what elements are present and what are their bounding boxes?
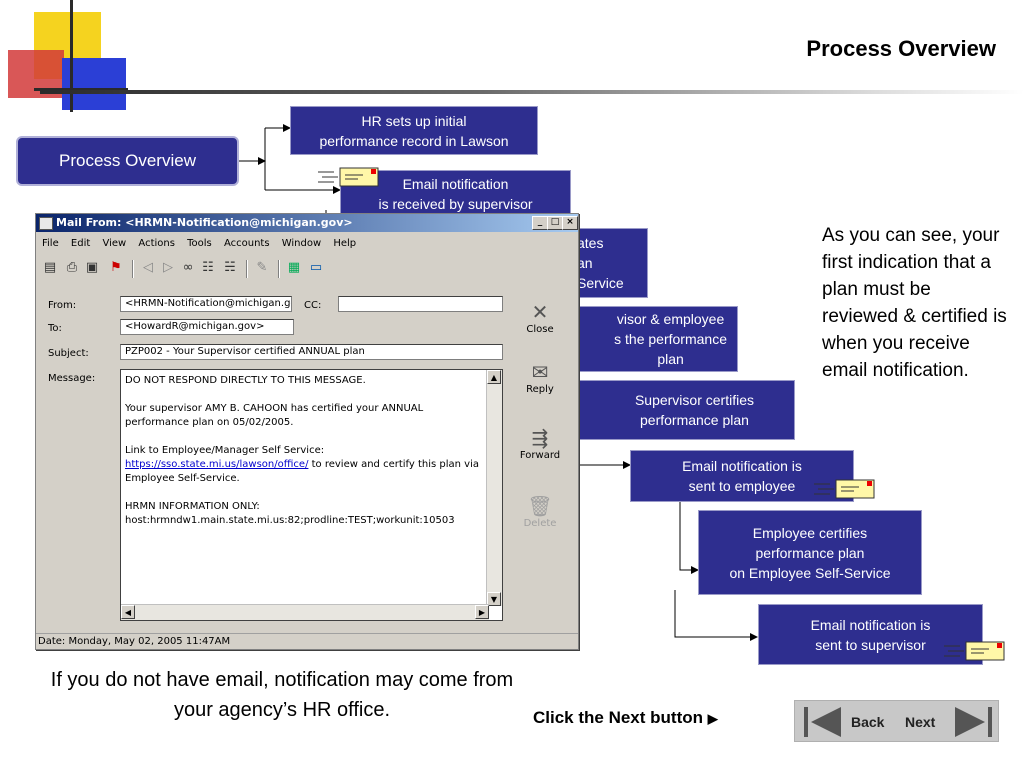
message-link-intro: Link to Employee/Manager Self Service:	[125, 445, 325, 456]
flow-step-partial-1: ates an Service	[570, 228, 648, 298]
address-book-icon[interactable]: ☷	[200, 260, 216, 276]
print-icon[interactable]: ⎙	[64, 260, 80, 276]
reply-icon: ✉	[531, 360, 549, 384]
flow-step-supervisor-certifies: Supervisor certifies performance plan	[570, 380, 795, 440]
from-field[interactable]: <HRMN-Notification@michigan.gov>	[120, 296, 292, 312]
next-icon[interactable]: ▷	[160, 260, 176, 276]
menu-help[interactable]: Help	[333, 238, 356, 249]
previous-icon[interactable]: ◁	[140, 260, 156, 276]
process-overview-box: Process Overview	[16, 136, 239, 186]
toolbar-separator	[246, 260, 248, 278]
close-action[interactable]: ✕ Close	[514, 300, 566, 335]
menu-file[interactable]: File	[42, 238, 59, 249]
back-label[interactable]: Back	[851, 714, 884, 730]
find-icon[interactable]: ∞	[180, 260, 196, 276]
menu-view[interactable]: View	[102, 238, 126, 249]
forward-action-label: Forward	[519, 450, 561, 461]
subject-label: Subject:	[48, 348, 89, 359]
menu-actions[interactable]: Actions	[138, 238, 175, 249]
next-label[interactable]: Next	[905, 714, 935, 730]
toolbar-separator	[132, 260, 134, 278]
next-hint-label: Click the Next button	[533, 708, 704, 727]
reply-action[interactable]: ✉ Reply	[514, 360, 566, 395]
reply-action-label: Reply	[526, 384, 554, 395]
menu-edit[interactable]: Edit	[71, 238, 90, 249]
scroll-left-button[interactable]: ◀	[121, 605, 135, 619]
mail-toolbar: ▤ ⎙ ▣ ⚑ ◁ ▷ ∞ ☷ ☵ ✎ ▦ ▭	[40, 258, 574, 280]
envelope-icon	[814, 479, 875, 499]
close-icon: ✕	[531, 300, 549, 324]
no-email-note: If you do not have email, notification m…	[50, 669, 514, 721]
close-action-label: Close	[526, 324, 554, 335]
to-field[interactable]: <HowardR@michigan.gov>	[120, 319, 294, 335]
forward-action[interactable]: ⇶ Forward	[514, 426, 566, 461]
message-paragraph: Your supervisor AMY B. CAHOON has certif…	[125, 403, 427, 428]
delete-action[interactable]: 🗑 Delete	[514, 494, 566, 529]
play-arrow-icon: ▶	[707, 711, 718, 726]
menu-tools[interactable]: Tools	[187, 238, 212, 249]
flow-step-employee-certifies: Employee certifies performance plan on E…	[698, 510, 922, 595]
mail-status-bar: Date: Monday, May 02, 2005 11:47AM	[36, 633, 578, 649]
self-service-link[interactable]: https://sso.state.mi.us/lawson/office/	[125, 459, 308, 470]
properties-icon[interactable]: ▤	[42, 260, 58, 276]
forward-icon: ⇶	[531, 426, 549, 450]
cc-field[interactable]	[338, 296, 503, 312]
message-body[interactable]: DO NOT RESPOND DIRECTLY TO THIS MESSAGE.…	[120, 369, 503, 621]
address-check-icon[interactable]: ☵	[222, 260, 238, 276]
flag-icon[interactable]: ⚑	[108, 260, 124, 276]
flow-step-hr-setup: HR sets up initial performance record in…	[290, 106, 538, 155]
explanation-text: As you can see, your first indication th…	[822, 225, 1007, 381]
scroll-down-button[interactable]: ▼	[487, 592, 501, 606]
from-label: From:	[48, 300, 77, 311]
message-line: DO NOT RESPOND DIRECTLY TO THIS MESSAGE.	[125, 375, 366, 386]
to-label: To:	[48, 323, 62, 334]
mail-titlebar: Mail From: <HRMN-Notification@michigan.g…	[36, 214, 578, 232]
calendar-icon[interactable]: ▦	[286, 260, 302, 276]
maximize-button[interactable]: □	[547, 216, 563, 230]
mail-menubar: File Edit View Actions Tools Accounts Wi…	[42, 238, 365, 249]
message-text: DO NOT RESPOND DIRECTLY TO THIS MESSAGE.…	[125, 374, 487, 528]
subject-field[interactable]: PZP002 - Your Supervisor certified ANNUA…	[120, 344, 503, 360]
envelope-icon	[944, 641, 1005, 661]
next-button[interactable]	[953, 705, 993, 739]
mail-window-title: Mail From: <HRMN-Notification@michigan.g…	[56, 216, 353, 229]
view-icon[interactable]: ▭	[308, 260, 324, 276]
envelope-icon	[318, 167, 379, 187]
next-hint: Click the Next button ▶	[533, 708, 718, 728]
toolbar-separator	[278, 260, 280, 278]
message-info-head: HRMN INFORMATION ONLY:	[125, 501, 260, 512]
menu-window[interactable]: Window	[282, 238, 321, 249]
trash-icon: 🗑	[527, 494, 553, 518]
message-label: Message:	[48, 373, 96, 384]
message-vertical-scrollbar[interactable]: ▲ ▼	[486, 370, 502, 606]
spell-icon[interactable]: ✎	[254, 260, 270, 276]
delete-action-label: Delete	[523, 518, 557, 529]
flow-step-partial-2: visor & employee s the performance plan	[560, 306, 738, 372]
menu-accounts[interactable]: Accounts	[224, 238, 270, 249]
close-window-button[interactable]: ×	[562, 216, 578, 230]
mail-window-icon	[39, 217, 53, 230]
minimize-button[interactable]: _	[532, 216, 548, 230]
navigation-panel: Back Next	[794, 700, 999, 742]
message-horizontal-scrollbar[interactable]: ◀ ▶	[121, 604, 489, 620]
message-info: host:hrmndw1.main.state.mi.us:82;prodlin…	[125, 515, 455, 526]
scroll-up-button[interactable]: ▲	[487, 370, 501, 384]
save-icon[interactable]: ▣	[84, 260, 100, 276]
cc-label: CC:	[304, 300, 322, 311]
scroll-right-button[interactable]: ▶	[475, 605, 489, 619]
back-button[interactable]	[803, 705, 843, 739]
mail-window: Mail From: <HRMN-Notification@michigan.g…	[35, 213, 579, 650]
